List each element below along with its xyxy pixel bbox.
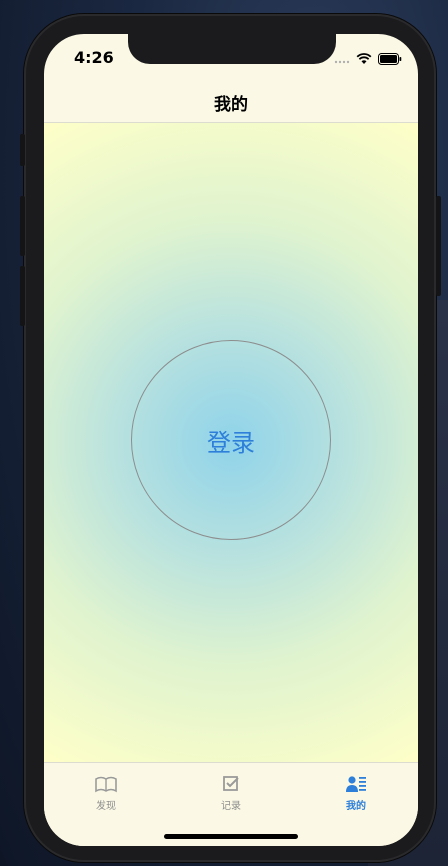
volume-up-button (20, 196, 25, 256)
tab-label-mine: 我的 (346, 801, 366, 812)
screen: 4:26 我的 登录 发现 记录 我的 (44, 34, 418, 846)
power-button (436, 196, 441, 296)
notch (128, 34, 336, 64)
home-indicator[interactable] (164, 834, 298, 839)
profile-list-icon (343, 773, 369, 795)
battery-icon (378, 50, 402, 69)
cellular-signal-icon (334, 50, 350, 69)
wifi-icon (356, 50, 372, 69)
tab-records[interactable]: 记录 (169, 769, 293, 815)
checkbox-icon (218, 773, 244, 795)
page-title: 我的 (214, 95, 248, 115)
volume-down-button (20, 266, 25, 326)
book-icon (93, 773, 119, 795)
status-time: 4:26 (74, 48, 114, 67)
tab-label-discover: 发现 (96, 801, 116, 812)
profile-content: 登录 (44, 122, 418, 763)
mute-switch (20, 134, 25, 166)
tab-mine[interactable]: 我的 (294, 769, 418, 815)
tab-bar: 发现 记录 我的 (44, 762, 418, 846)
login-button[interactable]: 登录 (131, 340, 331, 540)
tab-label-records: 记录 (221, 801, 241, 812)
status-icons (334, 50, 402, 69)
tab-discover[interactable]: 发现 (44, 769, 168, 815)
